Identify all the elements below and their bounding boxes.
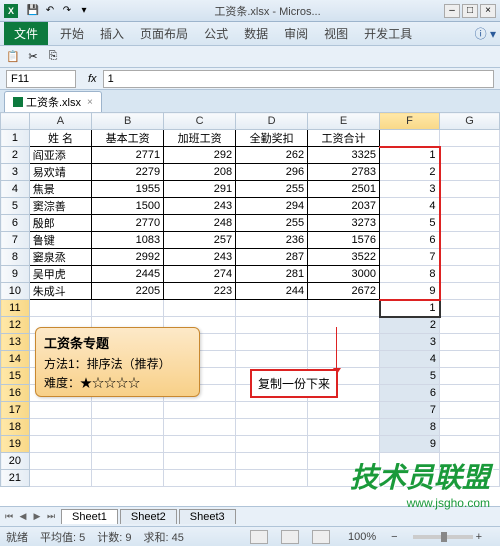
toolbar: 📋 ✂ ⎘ bbox=[0, 46, 500, 68]
save-icon[interactable]: 💾 bbox=[26, 4, 40, 18]
quick-access-toolbar: 💾 ↶ ↷ ▾ bbox=[26, 4, 91, 18]
zoom-slider[interactable] bbox=[413, 535, 473, 539]
window-controls: – □ × bbox=[444, 4, 496, 18]
close-button[interactable]: × bbox=[480, 4, 496, 18]
status-bar: 就绪 平均值: 5 计数: 9 求和: 45 100% − + bbox=[0, 526, 500, 546]
normal-view-icon[interactable] bbox=[250, 530, 268, 544]
tab-view[interactable]: 视图 bbox=[316, 22, 356, 45]
sheet-nav: ⏮ ◀ ▶ ⏭ bbox=[0, 511, 60, 522]
active-cell[interactable]: 1 bbox=[380, 300, 440, 317]
status-count: 计数: 9 bbox=[97, 529, 131, 545]
col-header[interactable]: D bbox=[236, 113, 308, 130]
callout-box: 复制一份下来 bbox=[250, 369, 338, 398]
window-title: 工资条.xlsx - Micros... bbox=[214, 3, 320, 19]
annotation-line2: 难度：★☆☆☆☆ bbox=[44, 376, 140, 390]
col-header[interactable]: B bbox=[92, 113, 164, 130]
tab-page-layout[interactable]: 页面布局 bbox=[132, 22, 196, 45]
redo-icon[interactable]: ↷ bbox=[60, 4, 74, 18]
excel-icon: X bbox=[4, 4, 18, 18]
spreadsheet-area: A B C D E F G 1姓 名基本工资加班工资全勤奖扣工资合计 2阎亚添2… bbox=[0, 112, 500, 506]
zoom-out-icon[interactable]: − bbox=[391, 531, 397, 543]
name-box[interactable] bbox=[6, 70, 76, 88]
workbook-tab-label: 工资条.xlsx bbox=[26, 94, 81, 110]
fx-icon[interactable]: fx bbox=[88, 73, 97, 85]
col-header[interactable]: C bbox=[164, 113, 236, 130]
formula-bar[interactable] bbox=[103, 70, 494, 88]
prev-sheet-icon[interactable]: ◀ bbox=[16, 511, 30, 522]
view-buttons bbox=[250, 530, 342, 544]
formula-bar-row: fx bbox=[0, 68, 500, 90]
page-layout-view-icon[interactable] bbox=[281, 530, 299, 544]
sheet-tab-bar: ⏮ ◀ ▶ ⏭ Sheet1 Sheet2 Sheet3 bbox=[0, 506, 500, 526]
annotation-box: 工资条专题 方法1：排序法（推荐） 难度：★☆☆☆☆ bbox=[35, 327, 200, 397]
row-header[interactable]: 1 bbox=[1, 130, 30, 147]
sheet-tab[interactable]: Sheet2 bbox=[120, 509, 177, 524]
tab-data[interactable]: 数据 bbox=[236, 22, 276, 45]
status-ready: 就绪 bbox=[6, 529, 28, 545]
ribbon-tabs: 文件 开始 插入 页面布局 公式 数据 审阅 视图 开发工具 ⓘ ▾ bbox=[0, 22, 500, 46]
tab-formulas[interactable]: 公式 bbox=[196, 22, 236, 45]
tab-home[interactable]: 开始 bbox=[52, 22, 92, 45]
copy-icon[interactable]: ⎘ bbox=[44, 49, 62, 65]
paste-icon[interactable]: 📋 bbox=[4, 49, 22, 65]
file-tab[interactable]: 文件 bbox=[4, 22, 48, 45]
col-header[interactable]: E bbox=[308, 113, 380, 130]
title-bar: X 💾 ↶ ↷ ▾ 工资条.xlsx - Micros... – □ × bbox=[0, 0, 500, 22]
annotation-line1: 方法1：排序法（推荐） bbox=[44, 357, 171, 371]
tab-developer[interactable]: 开发工具 bbox=[356, 22, 420, 45]
select-all-corner[interactable] bbox=[1, 113, 30, 130]
excel-mini-icon bbox=[13, 97, 23, 107]
col-header[interactable]: F bbox=[380, 113, 440, 130]
undo-icon[interactable]: ↶ bbox=[43, 4, 57, 18]
col-header[interactable]: G bbox=[440, 113, 500, 130]
sheet-tab[interactable]: Sheet1 bbox=[61, 509, 118, 524]
workbook-tabs: 工资条.xlsx × bbox=[0, 90, 500, 112]
minimize-button[interactable]: – bbox=[444, 4, 460, 18]
status-sum: 求和: 45 bbox=[143, 529, 183, 545]
maximize-button[interactable]: □ bbox=[462, 4, 478, 18]
sheet-tab[interactable]: Sheet3 bbox=[179, 509, 236, 524]
col-header[interactable]: A bbox=[29, 113, 91, 130]
last-sheet-icon[interactable]: ⏭ bbox=[44, 511, 58, 522]
cut-icon[interactable]: ✂ bbox=[24, 49, 42, 65]
grid[interactable]: A B C D E F G 1姓 名基本工资加班工资全勤奖扣工资合计 2阎亚添2… bbox=[0, 112, 500, 487]
tab-insert[interactable]: 插入 bbox=[92, 22, 132, 45]
qat-dropdown-icon[interactable]: ▾ bbox=[77, 4, 91, 18]
first-sheet-icon[interactable]: ⏮ bbox=[2, 511, 16, 522]
next-sheet-icon[interactable]: ▶ bbox=[30, 511, 44, 522]
close-tab-icon[interactable]: × bbox=[87, 97, 93, 108]
zoom-in-icon[interactable]: + bbox=[476, 531, 482, 543]
tab-review[interactable]: 审阅 bbox=[276, 22, 316, 45]
status-avg: 平均值: 5 bbox=[40, 529, 85, 545]
page-break-view-icon[interactable] bbox=[312, 530, 330, 544]
zoom-level[interactable]: 100% bbox=[348, 531, 376, 543]
annotation-title: 工资条专题 bbox=[44, 336, 109, 351]
zoom-control: 100% − + bbox=[348, 531, 494, 543]
workbook-tab[interactable]: 工资条.xlsx × bbox=[4, 91, 102, 112]
help-icon[interactable]: ⓘ ▾ bbox=[475, 25, 496, 42]
